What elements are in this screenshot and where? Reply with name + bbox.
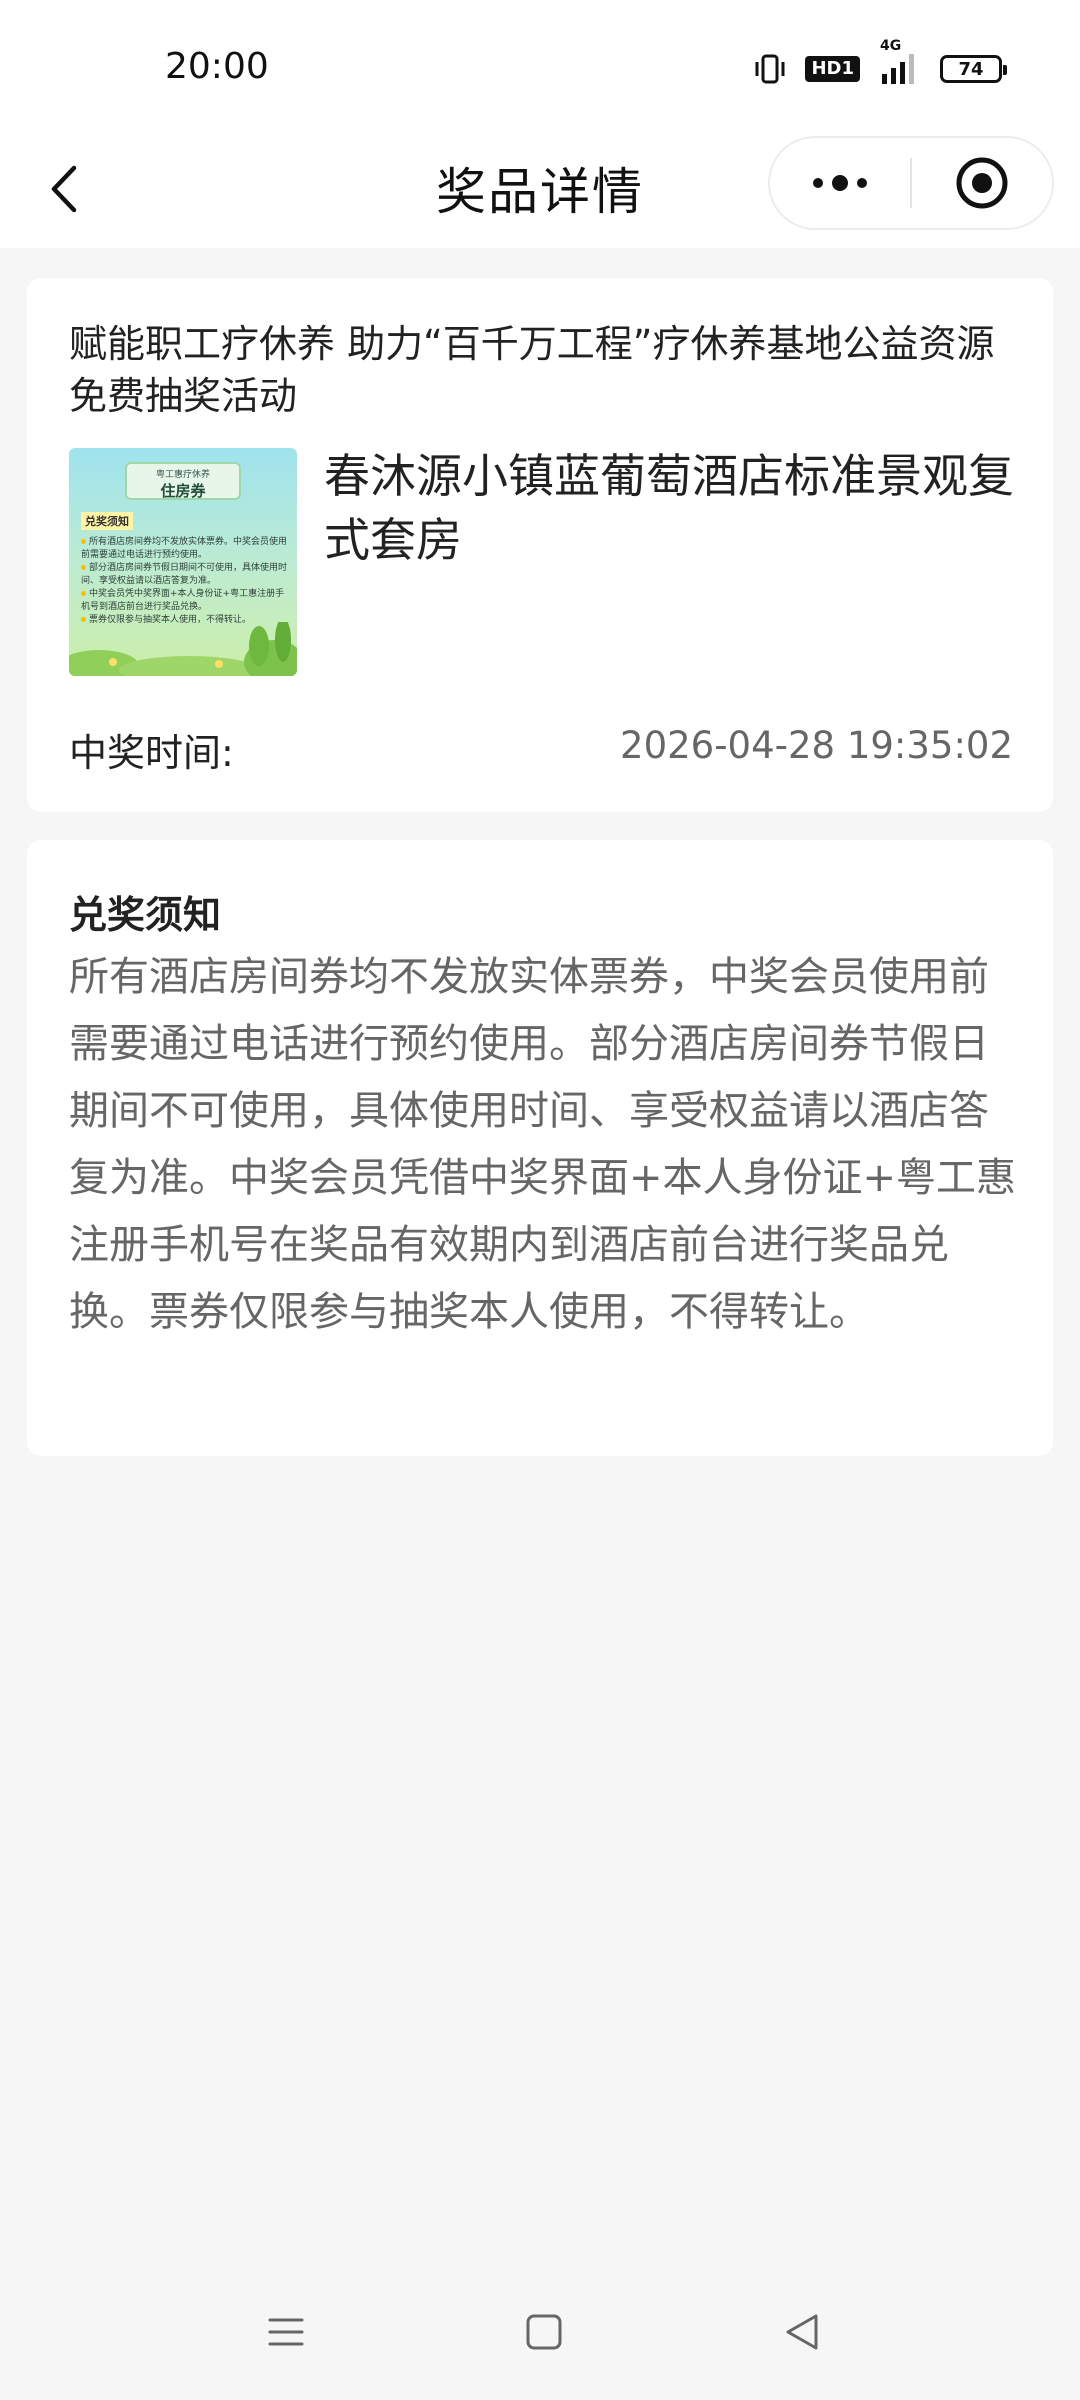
menu-icon (268, 2318, 304, 2346)
activity-title: 赋能职工疗休养 助力“百千万工程”疗休养基地公益资源免费抽奖活动 (69, 322, 995, 418)
signal-4g-icon: 4G (878, 38, 922, 86)
grass-illustration (69, 622, 297, 676)
battery-level: 74 (958, 58, 984, 80)
thumbnail-line: 部分酒店房间券节假日期间不可使用，具体使用时间、享受权益请以酒店答复为准。 (81, 563, 288, 586)
target-icon (956, 157, 1008, 209)
prize-thumbnail[interactable]: 粤工惠疗休养 住房券 兑奖须知 所有酒店房间券均不发放实体票券。中奖会员使用前需… (69, 448, 297, 676)
home-square-icon (526, 2314, 562, 2350)
status-time: 20:00 (165, 46, 269, 87)
nav-bar: 奖品详情 (0, 130, 1080, 248)
home-button[interactable] (522, 2310, 566, 2358)
hd-icon: HD1 (805, 56, 860, 82)
thumbnail-tag: 粤工惠疗休养 住房券 (125, 462, 241, 500)
recent-apps-button[interactable] (264, 2310, 308, 2358)
prize-card: 赋能职工疗休养 助力“百千万工程”疗休养基地公益资源免费抽奖活动 粤工惠疗休养 … (27, 278, 1053, 812)
more-dots-icon (813, 175, 867, 191)
win-time-label: 中奖时间: (69, 731, 234, 775)
battery-icon: 74 (940, 55, 1007, 83)
prize-name: 春沐源小镇蓝葡萄酒店标准景观复式套房 (324, 449, 1014, 567)
close-mini-program-button[interactable] (912, 138, 1052, 228)
thumbnail-line: 所有酒店房间券均不发放实体票券。中奖会员使用前需要通过电话进行预约使用。 (81, 537, 288, 560)
thumbnail-section-title: 兑奖须知 (81, 512, 133, 530)
system-nav-bar (0, 2270, 1080, 2400)
status-bar: 20:00 HD1 4G 74 (0, 0, 1080, 130)
win-time-value: 2026-04-28 19:35:02 (620, 724, 1013, 767)
thumbnail-line: 中奖会员凭中奖界面+本人身份证+粤工惠注册手机号到酒店前台进行奖品兑换。 (81, 589, 285, 612)
thumbnail-header-small: 粤工惠疗休养 (155, 470, 210, 480)
network-label: 4G (880, 38, 902, 54)
back-triangle-icon (786, 2314, 818, 2350)
redeem-notice-card: 兑奖须知 所有酒店房间券均不发放实体票券，中奖会员使用前需要通过电话进行预约使用… (27, 840, 1053, 1456)
status-icons: HD1 4G 74 (753, 38, 1007, 86)
notice-body: 所有酒店房间券均不发放实体票券，中奖会员使用前需要通过电话进行预约使用。部分酒店… (69, 954, 1017, 1335)
mini-program-capsule (768, 136, 1054, 230)
more-button[interactable] (770, 138, 910, 228)
system-back-button[interactable] (780, 2310, 824, 2358)
thumbnail-header-title: 住房券 (160, 482, 206, 500)
thumbnail-text: 兑奖须知 所有酒店房间券均不发放实体票券。中奖会员使用前需要通过电话进行预约使用… (81, 510, 287, 627)
notice-title: 兑奖须知 (69, 893, 222, 937)
vibrate-icon (753, 53, 787, 85)
